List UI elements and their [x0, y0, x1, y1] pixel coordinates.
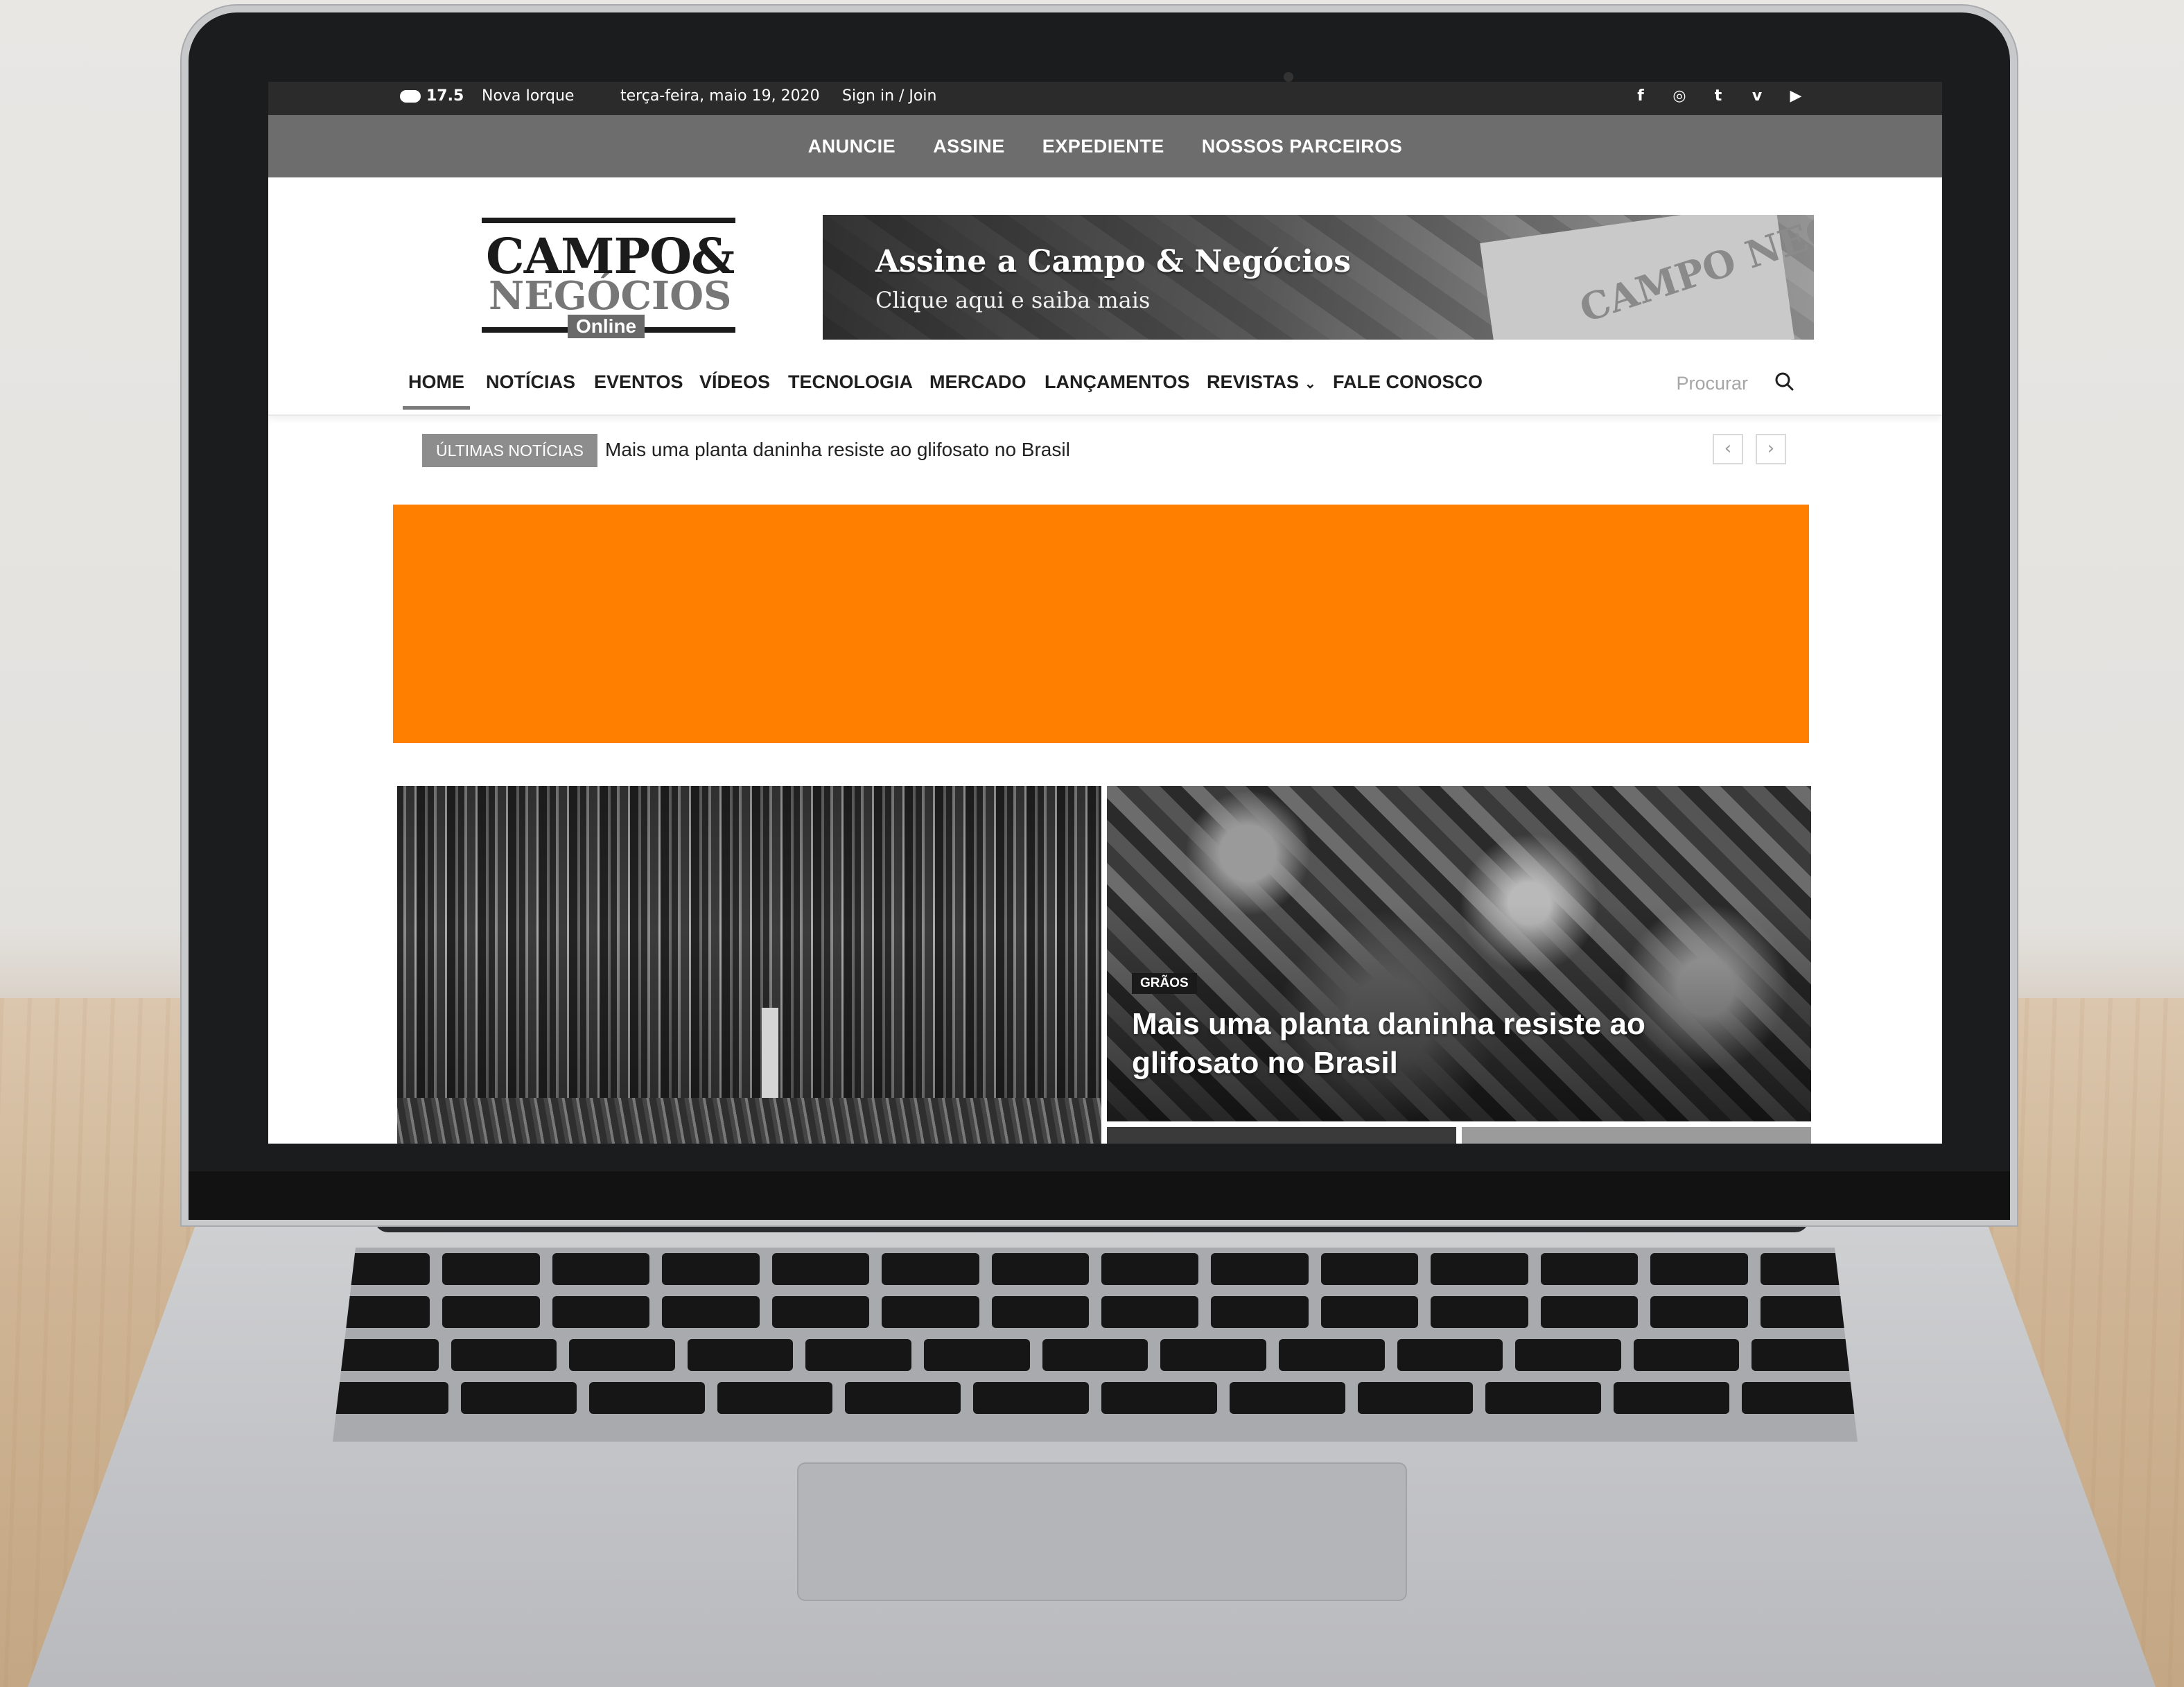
- browser-viewport: 17.5 Nova Iorque terça-feira, maio 19, 2…: [268, 82, 1942, 1144]
- cloud-icon: [400, 89, 421, 103]
- ticker-headline[interactable]: Mais uma planta daninha resiste ao glifo…: [605, 439, 1070, 461]
- ad-slot[interactable]: [393, 505, 1809, 743]
- subnav-anuncie[interactable]: ANUNCIE: [808, 136, 896, 157]
- logo-top-rule: [482, 218, 735, 223]
- featured-right-title[interactable]: Mais uma planta daninha resiste ao glifo…: [1132, 1005, 1672, 1083]
- banner-subtitle: Clique aqui e saiba mais: [875, 287, 1151, 313]
- subnav-expediente[interactable]: EXPEDIENTE: [1042, 136, 1164, 157]
- nav-revistas[interactable]: REVISTAS ⌄: [1207, 372, 1316, 393]
- nav-eventos[interactable]: EVENTOS: [594, 372, 683, 393]
- latest-news-badge: ÚLTIMAS NOTÍCIAS: [422, 434, 597, 467]
- nav-lancamentos[interactable]: LANÇAMENTOS: [1045, 372, 1190, 393]
- logo-line-negocios: NEGÓCIOS: [489, 273, 732, 319]
- sign-in-link[interactable]: Sign in / Join: [842, 87, 936, 105]
- nav-fale-conosco[interactable]: FALE CONOSCO: [1333, 372, 1483, 393]
- subnav-assine[interactable]: ASSINE: [933, 136, 1005, 157]
- secondary-nav: ANUNCIE ASSINE EXPEDIENTE NOSSOS PARCEIR…: [268, 115, 1942, 177]
- featured-thumb-1[interactable]: [1107, 1127, 1456, 1144]
- top-bar: 17.5 Nova Iorque terça-feira, maio 19, 2…: [268, 82, 1942, 115]
- nav-home[interactable]: HOME: [403, 372, 470, 410]
- nav-videos[interactable]: VÍDEOS: [699, 372, 770, 393]
- featured-left-image-ground: [397, 1098, 1101, 1144]
- banner-title: Assine a Campo & Negócios: [875, 244, 1352, 279]
- featured-thumb-2[interactable]: [1462, 1127, 1811, 1144]
- subnav-nossos-parceiros[interactable]: NOSSOS PARCEIROS: [1202, 136, 1403, 157]
- laptop-chin: [189, 1171, 2010, 1220]
- ticker-next-button[interactable]: ›: [1756, 434, 1786, 464]
- city-name: Nova Iorque: [482, 87, 575, 105]
- search-label[interactable]: Procurar: [1676, 373, 1748, 394]
- twitter-icon[interactable]: t: [1711, 87, 1726, 105]
- main-nav: HOME NOTÍCIAS EVENTOS VÍDEOS TECNOLOGIA …: [268, 359, 1942, 416]
- laptop-keyboard: [333, 1248, 1858, 1442]
- instagram-icon[interactable]: ◎: [1672, 87, 1687, 105]
- youtube-icon[interactable]: ▶: [1788, 87, 1803, 105]
- featured-story-left[interactable]: [397, 786, 1101, 1144]
- search-icon[interactable]: [1774, 372, 1794, 391]
- site-logo[interactable]: CAMPO& NEGÓCIOS Online: [482, 218, 735, 338]
- category-badge[interactable]: GRÃOS: [1132, 973, 1197, 994]
- weather-widget: 17.5: [400, 87, 464, 105]
- subscribe-banner[interactable]: CAMPO NEGÓCIOS Assine a Campo & Negócios…: [823, 215, 1814, 340]
- nav-tecnologia[interactable]: TECNOLOGIA: [788, 372, 913, 393]
- current-date: terça-feira, maio 19, 2020: [620, 87, 820, 105]
- facebook-icon[interactable]: f: [1633, 87, 1648, 105]
- ticker-prev-button[interactable]: ‹: [1713, 434, 1743, 464]
- temperature: 17.5: [426, 87, 464, 105]
- chevron-down-icon: ⌄: [1304, 376, 1316, 392]
- vimeo-icon[interactable]: v: [1749, 87, 1765, 105]
- logo-online-tag: Online: [568, 315, 645, 338]
- trackpad: [797, 1462, 1407, 1601]
- webcam-icon: [1284, 72, 1293, 82]
- nav-noticias[interactable]: NOTÍCIAS: [486, 372, 575, 393]
- featured-story-right[interactable]: GRÃOS Mais uma planta daninha resiste ao…: [1107, 786, 1811, 1121]
- nav-revistas-label: REVISTAS: [1207, 372, 1300, 392]
- latest-news-ticker: ÚLTIMAS NOTÍCIAS Mais uma planta daninha…: [268, 428, 1942, 470]
- nav-mercado[interactable]: MERCADO: [929, 372, 1027, 393]
- social-links: f ◎ t v ▶: [1633, 87, 1803, 105]
